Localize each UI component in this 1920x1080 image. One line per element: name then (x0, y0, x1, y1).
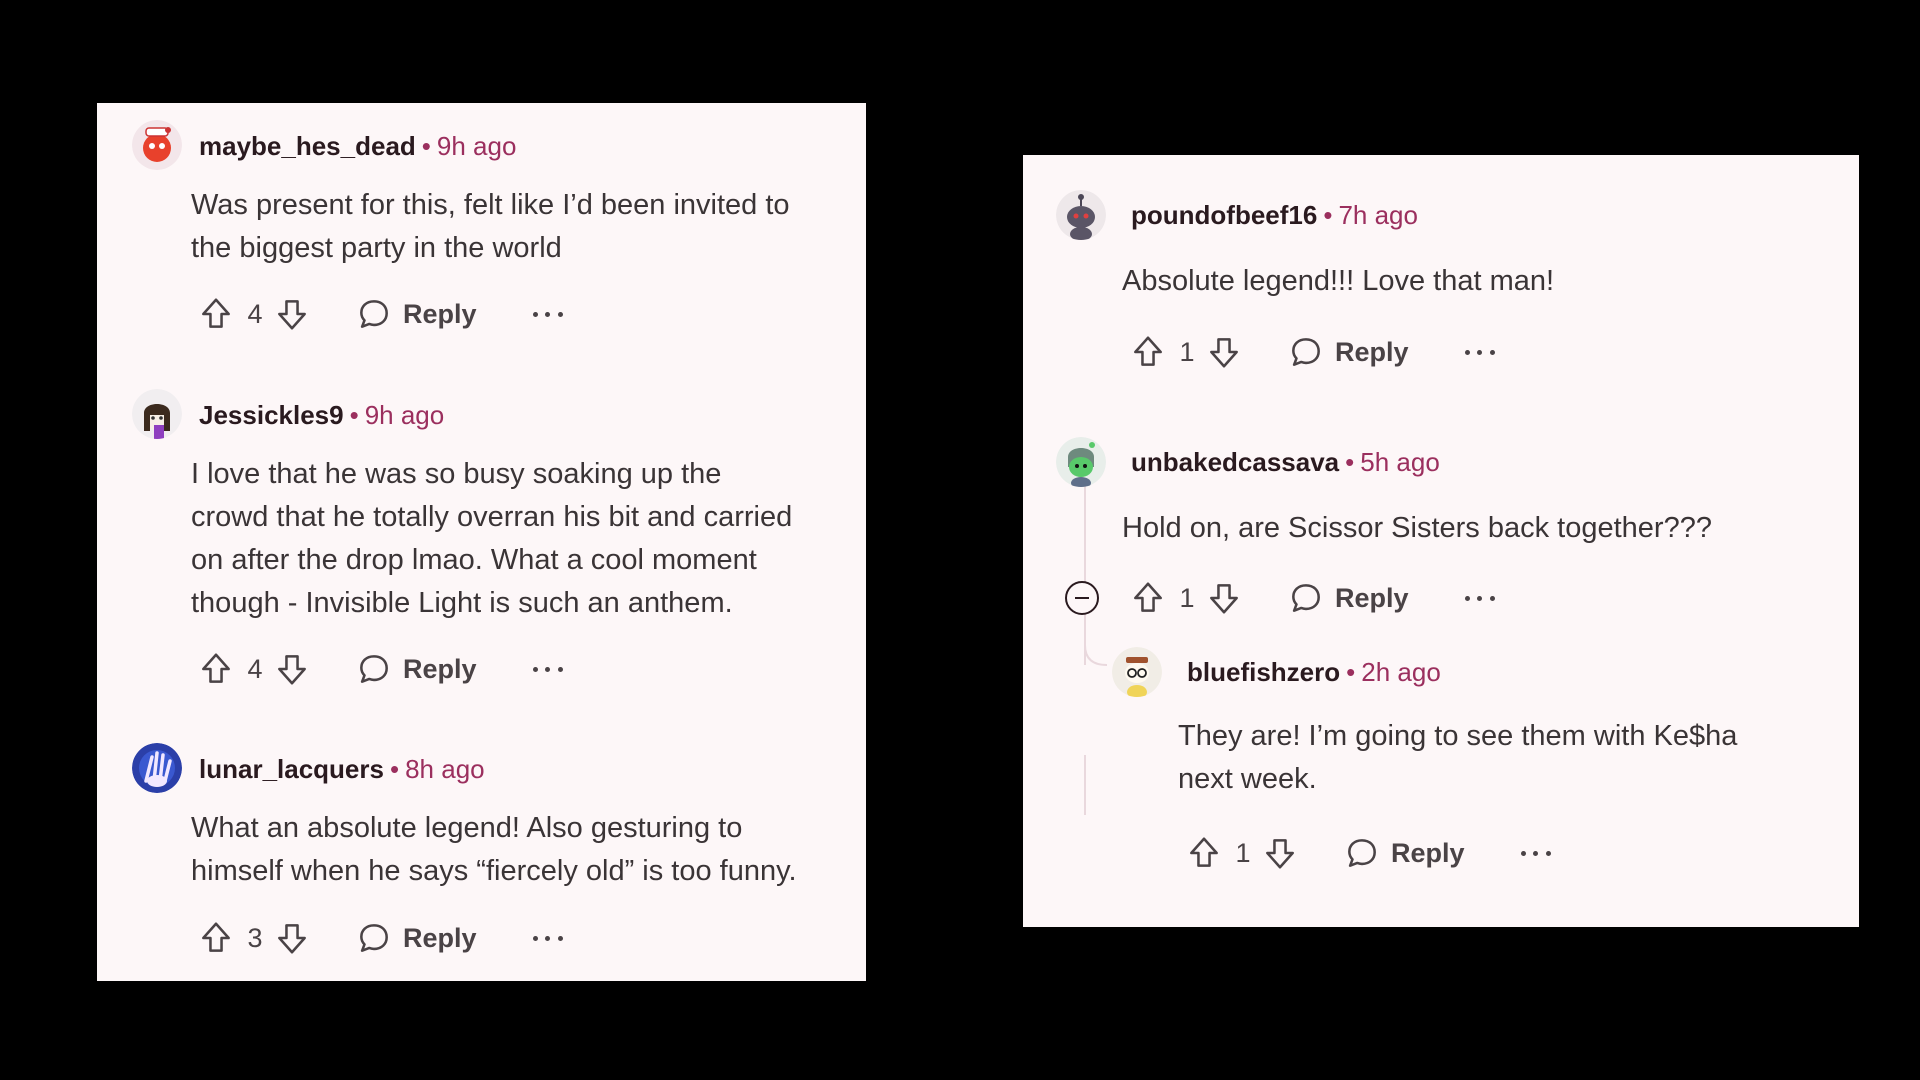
meta-separator: • (389, 754, 400, 784)
comment-body: Was present for this, felt like I’d been… (191, 189, 790, 264)
meta-separator: • (1345, 447, 1355, 477)
avatar[interactable] (132, 743, 182, 793)
comment-meta: lunar_lacquers • 8h ago (199, 754, 485, 784)
downvote-icon[interactable] (1261, 834, 1299, 872)
downvote-icon[interactable] (1205, 579, 1243, 617)
comment-meta: unbakedcassava • 5h ago (1131, 447, 1440, 477)
comment-body: They are! I’m going to see them with Ke$… (1178, 720, 1738, 795)
timestamp[interactable]: 7h ago (1338, 200, 1418, 230)
meta-separator: • (1346, 657, 1356, 687)
comment-meta: poundofbeef16 • 7h ago (1131, 200, 1418, 230)
snoo-avatar-green-icon (1056, 437, 1106, 487)
speech-bubble-icon (355, 919, 393, 957)
username[interactable]: bluefishzero (1187, 657, 1340, 687)
username[interactable]: unbakedcassava (1131, 447, 1339, 477)
vote-score: 1 (1235, 837, 1251, 868)
timestamp[interactable]: 9h ago (365, 400, 445, 430)
hand-avatar-icon (132, 743, 182, 793)
comments-panel-right: poundofbeef16 • 7h ago Absolute legend!!! … (1023, 155, 1859, 927)
reply-label: Reply (403, 298, 477, 329)
reply-label: Reply (1335, 336, 1409, 367)
comment-actions: 1 Reply (1129, 576, 1495, 620)
meta-separator: • (1323, 200, 1333, 230)
more-options-icon[interactable] (532, 304, 563, 324)
comment-meta: maybe_hes_dead • 9h ago (199, 131, 516, 161)
username[interactable]: Jessickles9 (199, 400, 344, 430)
downvote-icon[interactable] (273, 919, 311, 957)
speech-bubble-icon (1287, 333, 1325, 371)
reply-label: Reply (1335, 582, 1409, 613)
username[interactable]: poundofbeef16 (1131, 200, 1317, 230)
avatar[interactable] (1056, 190, 1106, 240)
upvote-icon[interactable] (1129, 579, 1167, 617)
upvote-icon[interactable] (197, 919, 235, 957)
timestamp[interactable]: 8h ago (405, 754, 485, 784)
reply-label: Reply (403, 653, 477, 684)
more-options-icon[interactable] (1520, 843, 1551, 863)
collapse-thread-icon[interactable] (1065, 581, 1099, 615)
comment-actions: 3 Reply (197, 916, 563, 960)
upvote-icon[interactable] (1185, 834, 1223, 872)
reply-button[interactable]: Reply (1343, 834, 1465, 872)
comment-body: Hold on, are Scissor Sisters back togeth… (1122, 512, 1712, 544)
downvote-icon[interactable] (273, 295, 311, 333)
comments-panel-left: maybe_hes_dead • 9h ago Was present for th… (97, 103, 866, 981)
reply-label: Reply (403, 922, 477, 953)
reply-button[interactable]: Reply (1287, 579, 1409, 617)
speech-bubble-icon (1287, 579, 1325, 617)
timestamp[interactable]: 2h ago (1361, 657, 1441, 687)
vote-score: 4 (247, 298, 263, 329)
comment-body: I love that he was so busy soaking up th… (191, 458, 793, 619)
downvote-icon[interactable] (1205, 333, 1243, 371)
reply-label: Reply (1391, 837, 1465, 868)
comment-body: Absolute legend!!! Love that man! (1122, 265, 1555, 297)
more-options-icon[interactable] (1464, 588, 1495, 608)
avatar[interactable] (132, 120, 182, 170)
vote-score: 4 (247, 653, 263, 684)
avatar[interactable] (1056, 437, 1106, 487)
upvote-icon[interactable] (197, 650, 235, 688)
comment-actions: 4 Reply (197, 292, 563, 336)
comment-actions: 1 Reply (1129, 330, 1495, 374)
comment-body: What an absolute legend! Also gesturing … (191, 812, 797, 887)
username[interactable]: lunar_lacquers (199, 754, 384, 784)
comment-actions: 4 Reply (197, 647, 563, 691)
avatar[interactable] (1112, 647, 1162, 697)
vote-score: 1 (1179, 336, 1195, 367)
reply-button[interactable]: Reply (355, 295, 477, 333)
meta-separator: • (421, 131, 431, 161)
speech-bubble-icon (1343, 834, 1381, 872)
timestamp[interactable]: 5h ago (1360, 447, 1440, 477)
avatar[interactable] (132, 389, 182, 439)
meta-separator: • (349, 400, 359, 430)
more-options-icon[interactable] (532, 928, 563, 948)
reply-button[interactable]: Reply (355, 650, 477, 688)
reply-button[interactable]: Reply (355, 919, 477, 957)
snoo-avatar-purple-icon (132, 389, 182, 439)
snoo-avatar-glasses-icon (1112, 647, 1162, 697)
username[interactable]: maybe_hes_dead (199, 131, 416, 161)
upvote-icon[interactable] (197, 295, 235, 333)
snoo-avatar-red-icon (132, 120, 182, 170)
comment-meta: Jessickles9 • 9h ago (199, 400, 444, 430)
reply-button[interactable]: Reply (1287, 333, 1409, 371)
more-options-icon[interactable] (532, 659, 563, 679)
timestamp[interactable]: 9h ago (437, 131, 517, 161)
more-options-icon[interactable] (1464, 342, 1495, 362)
vote-score: 3 (247, 922, 263, 953)
downvote-icon[interactable] (273, 650, 311, 688)
comment-actions: 1 Reply (1185, 831, 1551, 875)
upvote-icon[interactable] (1129, 333, 1167, 371)
vote-score: 1 (1179, 582, 1195, 613)
speech-bubble-icon (355, 295, 393, 333)
thread-line-branch (1084, 755, 1086, 815)
speech-bubble-icon (355, 650, 393, 688)
snoo-avatar-dark-icon (1056, 190, 1106, 240)
comment-meta: bluefishzero • 2h ago (1187, 657, 1441, 687)
